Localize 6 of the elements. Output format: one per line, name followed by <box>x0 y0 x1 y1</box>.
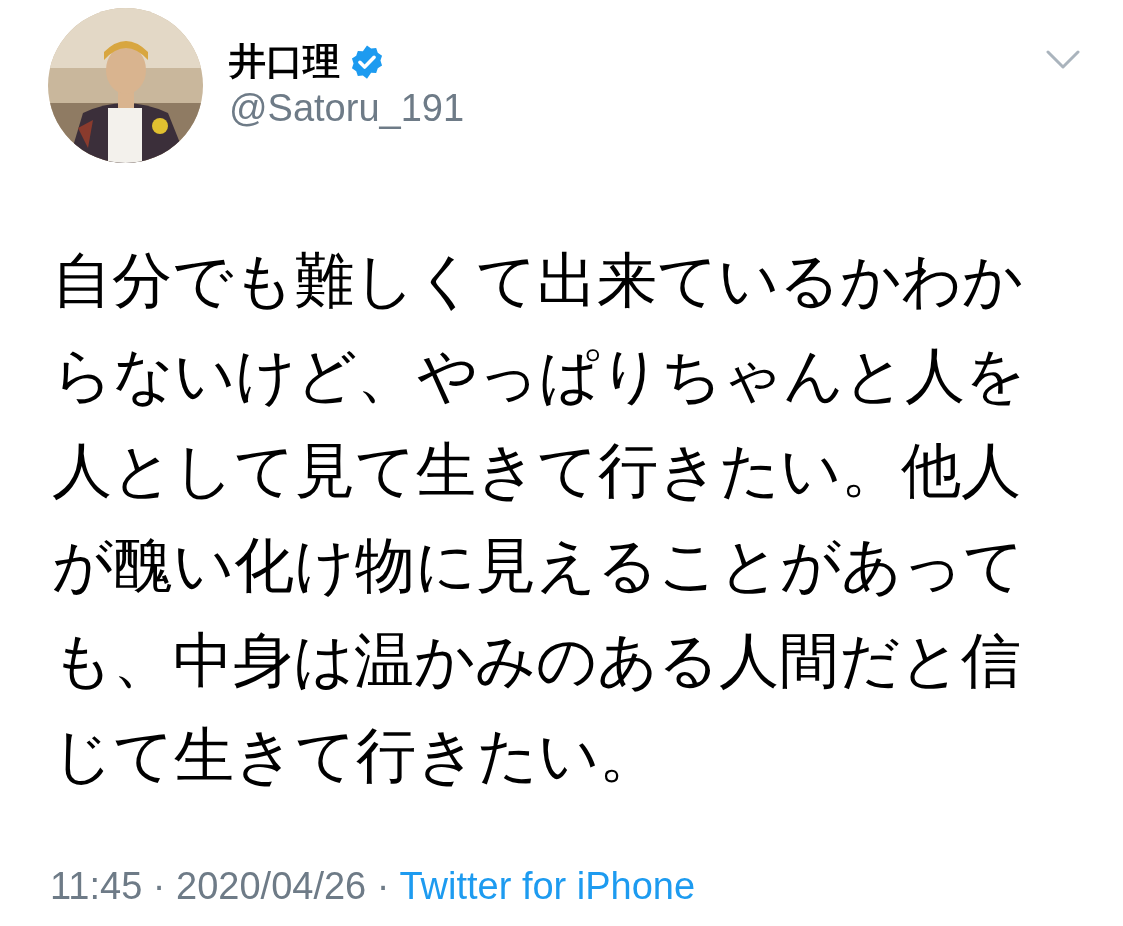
author-handle: @Satoru_191 <box>229 85 465 131</box>
timestamp: 11:45 · 2020/04/26 · <box>50 864 390 909</box>
author-name: 井口理 <box>229 39 340 84</box>
source-link[interactable]: Twitter for iPhone <box>399 858 696 915</box>
chevron-down-icon[interactable] <box>1046 50 1080 70</box>
tweet-text: 自分でも難しくて出来ているかわからないけど、やっぱりちゃんと人を人として見て生きて行きたい。他人が醜い化け物に見えることがあっても、中身は温かみのある人間だと信じて生きて行きたい。 <box>52 246 1027 791</box>
